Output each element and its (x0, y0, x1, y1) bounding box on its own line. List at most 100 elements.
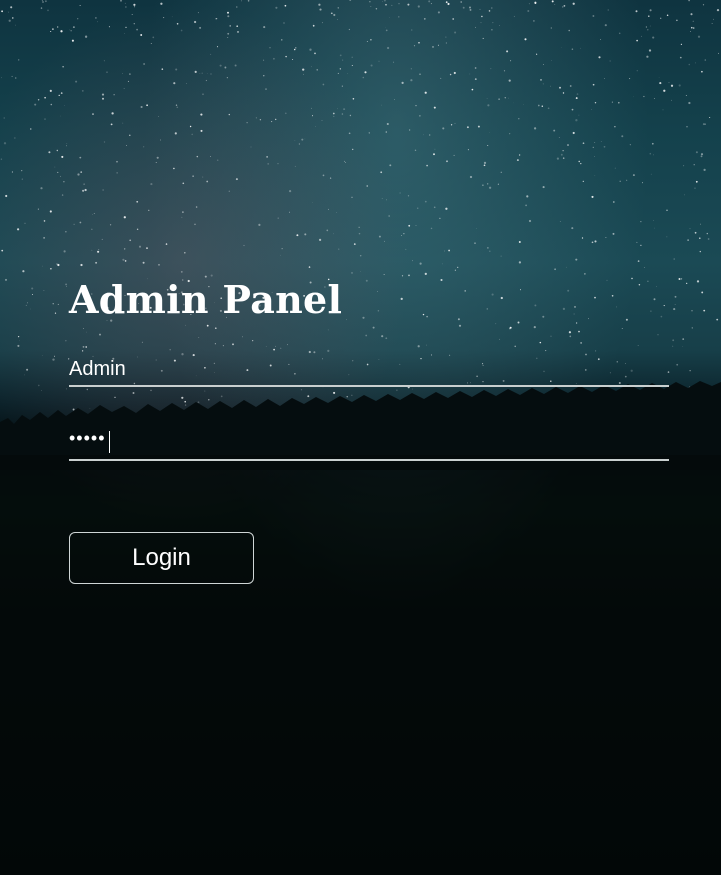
star (180, 271, 183, 273)
star (366, 41, 368, 42)
password-input[interactable] (69, 428, 669, 449)
star (386, 122, 389, 126)
star (688, 63, 691, 66)
star (629, 78, 631, 80)
star (61, 194, 64, 196)
star (635, 10, 638, 13)
star (383, 0, 386, 2)
star (161, 68, 164, 70)
star (666, 14, 669, 17)
star (695, 180, 698, 183)
star (703, 309, 706, 312)
star (95, 17, 97, 19)
star (148, 209, 150, 211)
star (712, 400, 715, 403)
star (338, 248, 340, 250)
star (690, 31, 691, 32)
star (77, 173, 80, 176)
background-scene: Admin Panel Login (0, 0, 721, 875)
star (351, 196, 353, 198)
star (358, 226, 360, 228)
star (65, 283, 68, 286)
star (542, 186, 545, 189)
star (477, 125, 480, 128)
star (550, 85, 551, 87)
star (194, 70, 197, 73)
star (594, 174, 596, 176)
username-input[interactable] (69, 358, 669, 381)
star (315, 126, 316, 127)
star (52, 303, 54, 305)
star (462, 6, 465, 9)
star (353, 243, 356, 245)
star (488, 186, 492, 189)
star (441, 263, 443, 265)
star (337, 108, 338, 110)
star (65, 231, 67, 233)
star (122, 122, 124, 124)
star (417, 5, 420, 8)
star (136, 200, 139, 203)
star (551, 60, 552, 61)
star (407, 3, 410, 6)
star (289, 211, 290, 213)
star (702, 123, 705, 126)
star (326, 229, 329, 232)
star (673, 258, 675, 260)
star (243, 244, 245, 247)
star (410, 68, 412, 70)
star (235, 178, 238, 181)
star (488, 10, 491, 12)
star (559, 86, 561, 89)
star (582, 180, 584, 183)
star (571, 227, 574, 230)
star (312, 201, 313, 203)
star (200, 113, 203, 116)
star (492, 22, 494, 24)
star (103, 60, 105, 62)
star (304, 138, 306, 140)
star (433, 206, 436, 209)
star (227, 15, 230, 18)
star (308, 266, 311, 268)
star (676, 19, 678, 22)
star (84, 35, 88, 38)
star (294, 140, 296, 141)
star (40, 7, 43, 9)
star (527, 10, 530, 12)
star (440, 77, 442, 79)
star (11, 75, 13, 77)
star (500, 171, 502, 173)
star (193, 20, 197, 24)
star (447, 2, 450, 6)
star (281, 39, 283, 41)
star (423, 18, 426, 20)
star (79, 5, 81, 7)
star (343, 108, 346, 111)
star (482, 37, 484, 39)
star (210, 53, 212, 55)
star (450, 124, 453, 126)
star (296, 234, 299, 237)
star (1, 249, 4, 252)
star (80, 171, 83, 173)
star (292, 59, 294, 60)
star (594, 240, 597, 243)
star (467, 149, 469, 151)
star (73, 223, 75, 225)
star (93, 213, 95, 214)
star (49, 89, 52, 92)
star (646, 55, 649, 58)
star (428, 0, 431, 3)
star (30, 128, 32, 130)
star (474, 242, 476, 244)
star (699, 250, 701, 253)
star (321, 120, 323, 121)
star (424, 91, 427, 94)
star (480, 22, 482, 24)
star (263, 75, 265, 77)
login-button[interactable]: Login (69, 532, 254, 584)
star (271, 121, 273, 123)
star (684, 194, 686, 196)
star (15, 77, 17, 79)
